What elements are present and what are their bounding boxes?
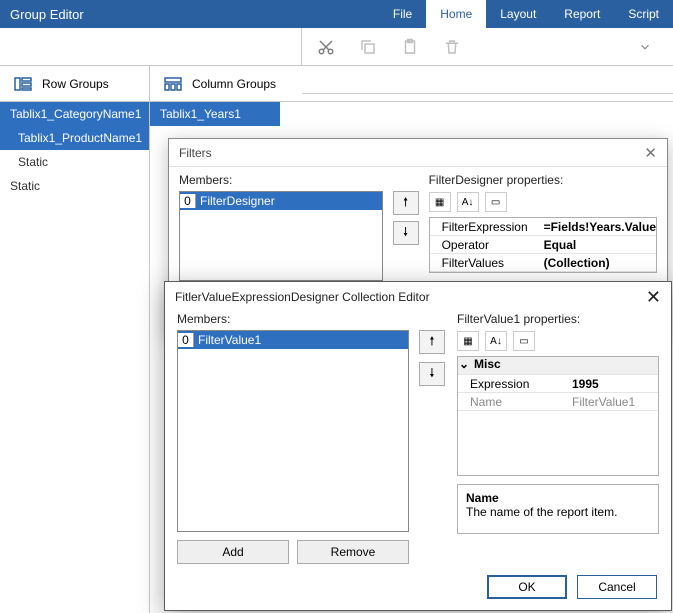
ok-button[interactable]: OK (487, 575, 567, 599)
property-grid[interactable]: FilterExpression=Fields!Years.Value Oper… (429, 217, 657, 273)
app-title: Group Editor (10, 7, 84, 22)
filters-title: Filters (179, 146, 212, 160)
description-name: Name (466, 491, 650, 505)
category-row[interactable]: ⌄ Misc (458, 357, 658, 375)
delete-icon[interactable] (442, 37, 462, 57)
collection-editor-title: FitlerValueExpressionDesigner Collection… (175, 290, 430, 304)
collection-editor-title-bar[interactable]: FitlerValueExpressionDesigner Collection… (165, 282, 671, 312)
property-grid[interactable]: ⌄ Misc Expression1995 NameFilterValue1 (457, 356, 659, 476)
horizontal-ruler (302, 66, 673, 94)
paste-icon[interactable] (400, 37, 420, 57)
chevron-down-icon[interactable] (635, 37, 655, 57)
cut-icon[interactable] (316, 37, 336, 57)
move-up-button[interactable]: 🠕 (393, 191, 419, 215)
members-list[interactable]: 0 FilterDesigner (179, 191, 383, 281)
alphabetical-icon[interactable]: A↓ (485, 331, 507, 351)
title-bar: Group Editor File Home Layout Report Scr… (0, 0, 673, 28)
row-group-item[interactable]: Static (0, 150, 149, 174)
add-button[interactable]: Add (177, 540, 289, 564)
list-item[interactable]: 0 FilterValue1 (178, 331, 408, 349)
row-groups-tree: Tablix1_CategoryName1 Tablix1_ProductNam… (0, 102, 150, 613)
prop-toolbar: ▦ A↓ ▭ (457, 330, 659, 352)
cancel-button[interactable]: Cancel (577, 575, 657, 599)
list-item[interactable]: 0 FilterDesigner (180, 192, 382, 210)
row-group-item[interactable]: Tablix1_CategoryName1 (0, 102, 149, 126)
menu-report[interactable]: Report (550, 0, 614, 28)
move-down-button[interactable]: 🠗 (419, 362, 445, 386)
close-icon[interactable]: ✕ (646, 287, 661, 308)
members-label: Members: (179, 173, 383, 187)
column-group-item[interactable]: Tablix1_Years1 (150, 102, 280, 126)
filters-title-bar[interactable]: Filters ✕ (169, 139, 667, 167)
collection-editor-dialog: FitlerValueExpressionDesigner Collection… (164, 281, 672, 611)
props-label: FilterDesigner properties: (429, 173, 657, 187)
menu-home[interactable]: Home (426, 0, 486, 28)
members-label: Members: (177, 312, 409, 326)
toolbar (0, 28, 673, 66)
copy-icon[interactable] (358, 37, 378, 57)
categorized-icon[interactable]: ▦ (429, 192, 451, 212)
categorized-icon[interactable]: ▦ (457, 331, 479, 351)
prop-toolbar: ▦ A↓ ▭ (429, 191, 657, 213)
row-groups-label: Row Groups (42, 77, 109, 91)
menu-layout[interactable]: Layout (486, 0, 550, 28)
move-up-button[interactable]: 🠕 (419, 330, 445, 354)
column-groups-label: Column Groups (192, 77, 276, 91)
members-list[interactable]: 0 FilterValue1 (177, 330, 409, 532)
property-pages-icon[interactable]: ▭ (485, 192, 507, 212)
description-text: The name of the report item. (466, 505, 650, 519)
column-groups-icon (164, 77, 182, 91)
chevron-down-icon[interactable]: ⌄ (458, 357, 470, 374)
move-down-button[interactable]: 🠗 (393, 221, 419, 245)
menu-script[interactable]: Script (614, 0, 673, 28)
main-menu: File Home Layout Report Script (379, 0, 673, 28)
property-pages-icon[interactable]: ▭ (513, 331, 535, 351)
remove-button[interactable]: Remove (297, 540, 409, 564)
row-groups-icon (14, 77, 32, 91)
alphabetical-icon[interactable]: A↓ (457, 192, 479, 212)
props-label: FilterValue1 properties: (457, 312, 659, 326)
row-group-item[interactable]: Tablix1_ProductName1 (0, 126, 149, 150)
row-group-item[interactable]: Static (0, 174, 149, 198)
menu-file[interactable]: File (379, 0, 426, 28)
description-pane: Name The name of the report item. (457, 484, 659, 534)
close-icon[interactable]: ✕ (644, 144, 657, 162)
